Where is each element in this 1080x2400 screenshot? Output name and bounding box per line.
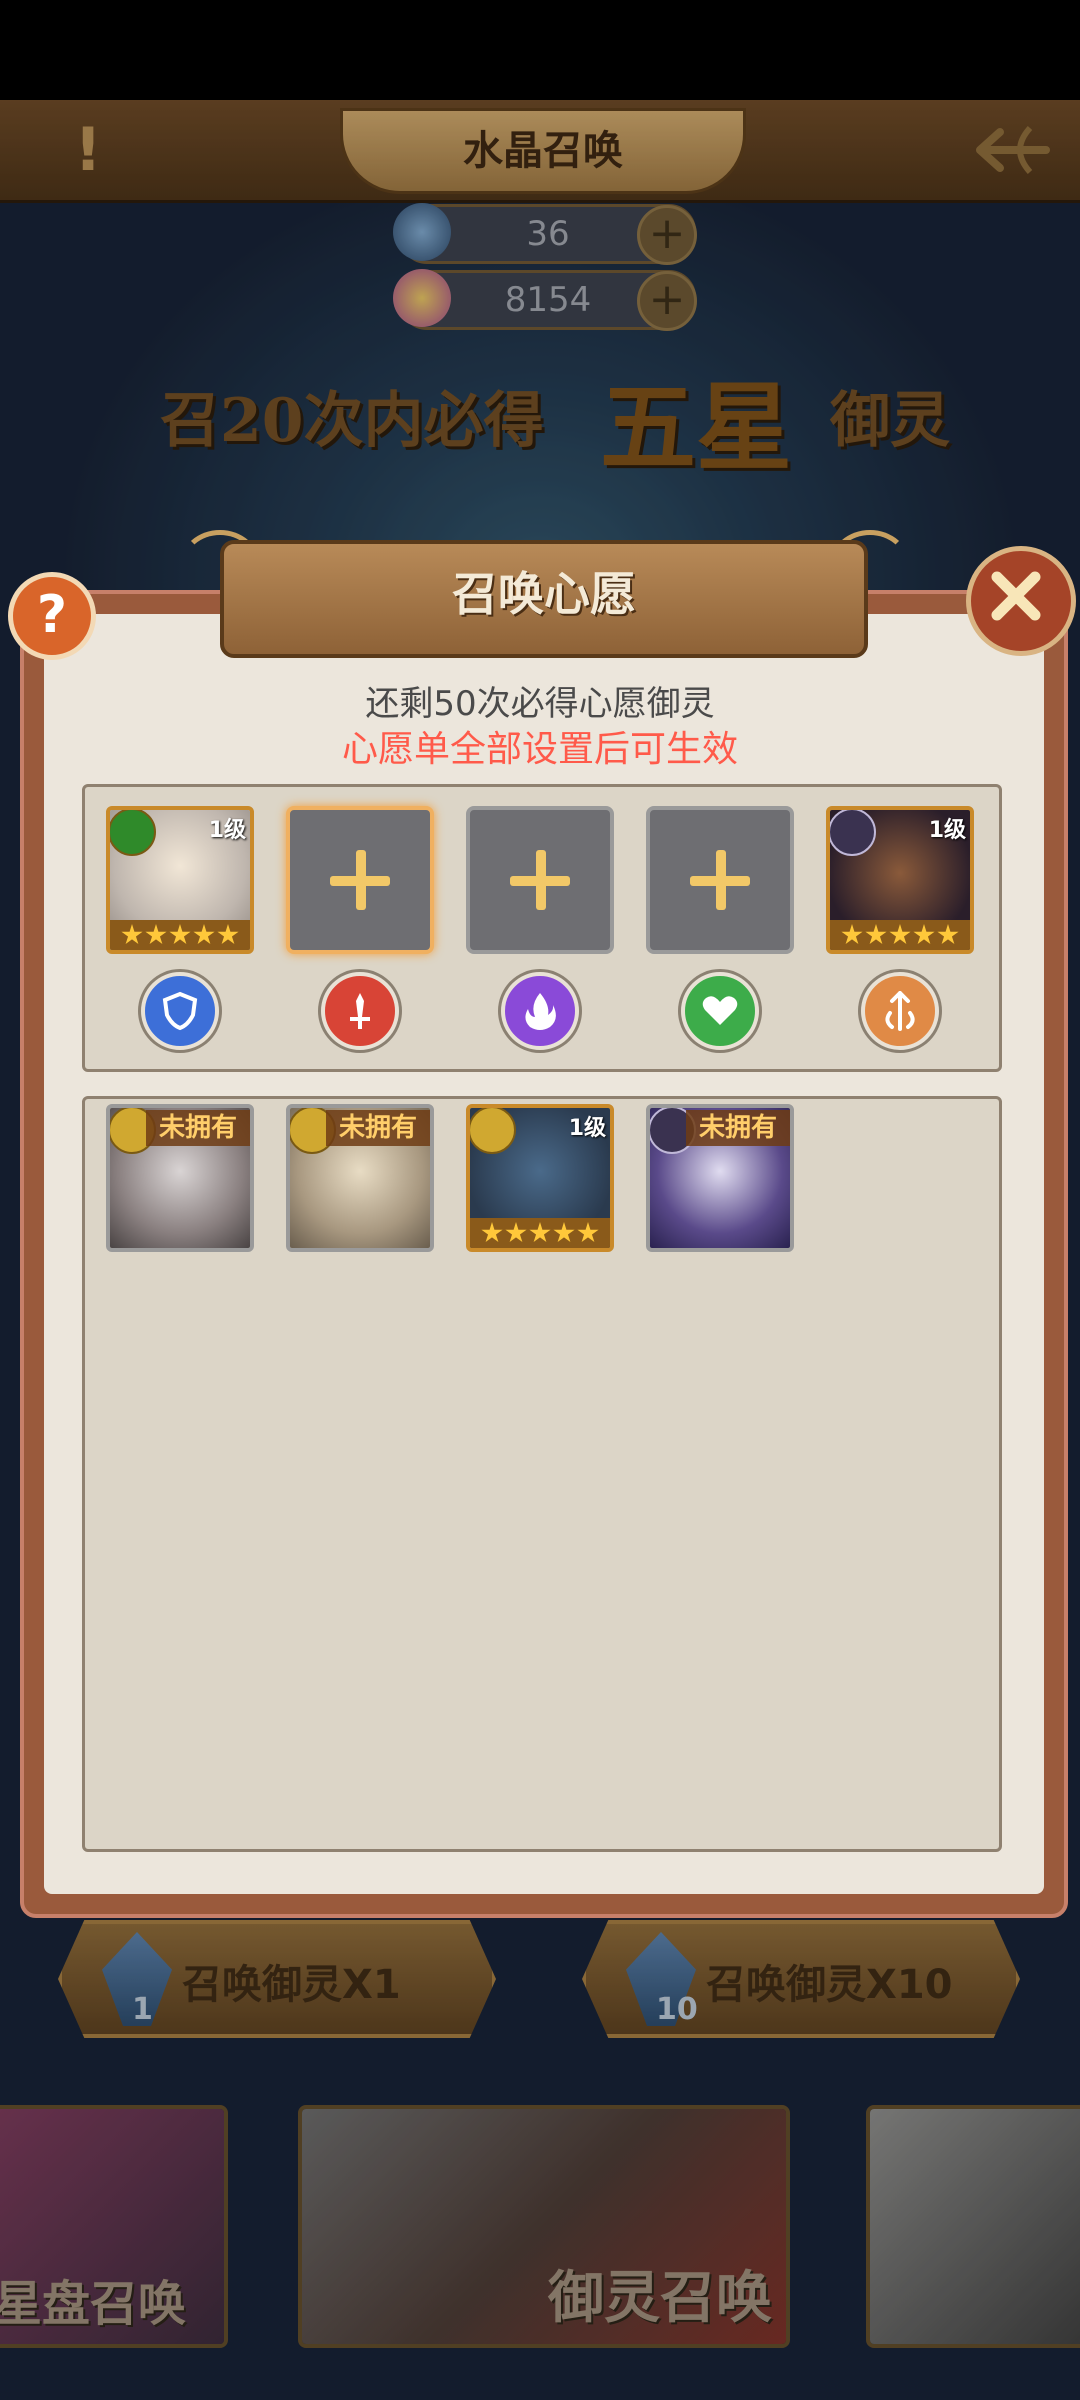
sword-icon (350, 993, 370, 1029)
star-icon (889, 924, 911, 945)
wish-hint-text: 心愿单全部设置后可生效 (341, 729, 738, 770)
star-icon (553, 1222, 575, 1243)
star-icon (217, 924, 239, 945)
star-icon (193, 924, 215, 945)
shield-icon (162, 991, 198, 1031)
star-icon (145, 924, 167, 945)
wish-slot-empty[interactable] (646, 806, 794, 954)
star-icon (577, 1222, 599, 1243)
help-button[interactable]: ? (8, 572, 96, 660)
pool-hero-card[interactable]: 未拥有 (286, 1104, 434, 1252)
faction-icon (110, 810, 156, 856)
star-icon (841, 924, 863, 945)
not-owned-tag: 未拥有 (146, 1110, 250, 1146)
hero-level: 1级 (208, 818, 246, 843)
not-owned-tag: 未拥有 (686, 1110, 790, 1146)
class-guardian-button[interactable] (141, 972, 219, 1050)
hero-level: 1级 (928, 818, 966, 843)
star-rating (830, 920, 970, 950)
star-icon (937, 924, 959, 945)
wish-slot-hero[interactable]: 1级 (826, 806, 974, 954)
flame-icon (525, 993, 556, 1030)
star-icon (169, 924, 191, 945)
star-icon (481, 1222, 503, 1243)
pool-hero-card[interactable]: 未拥有 (646, 1104, 794, 1252)
dialog-title: 召唤心愿 (220, 540, 868, 658)
star-icon (529, 1222, 551, 1243)
close-icon (991, 571, 1041, 621)
star-icon (121, 924, 143, 945)
star-icon (913, 924, 935, 945)
heart-icon (702, 996, 738, 1025)
star-icon (505, 1222, 527, 1243)
class-mage-button[interactable] (501, 972, 579, 1050)
close-button[interactable] (966, 546, 1076, 656)
pool-hero-card[interactable]: 未拥有 (106, 1104, 254, 1252)
wish-slot-hero[interactable]: 1级 (106, 806, 254, 954)
remaining-count-text: 还剩50次必得心愿御灵 (365, 684, 715, 724)
not-owned-tag: 未拥有 (326, 1110, 430, 1146)
class-ranger-button[interactable] (861, 972, 939, 1050)
wish-slot-empty[interactable] (466, 806, 614, 954)
arrow-icon (885, 991, 915, 1031)
wish-slot-empty[interactable] (286, 806, 434, 954)
faction-icon (830, 810, 876, 856)
hero-level: 1级 (568, 1116, 606, 1141)
star-rating (110, 920, 250, 950)
pool-hero-card[interactable]: 1级 (466, 1104, 614, 1252)
class-warrior-button[interactable] (321, 972, 399, 1050)
star-icon (865, 924, 887, 945)
faction-icon (470, 1108, 516, 1154)
star-rating (470, 1218, 610, 1248)
class-healer-button[interactable] (681, 972, 759, 1050)
